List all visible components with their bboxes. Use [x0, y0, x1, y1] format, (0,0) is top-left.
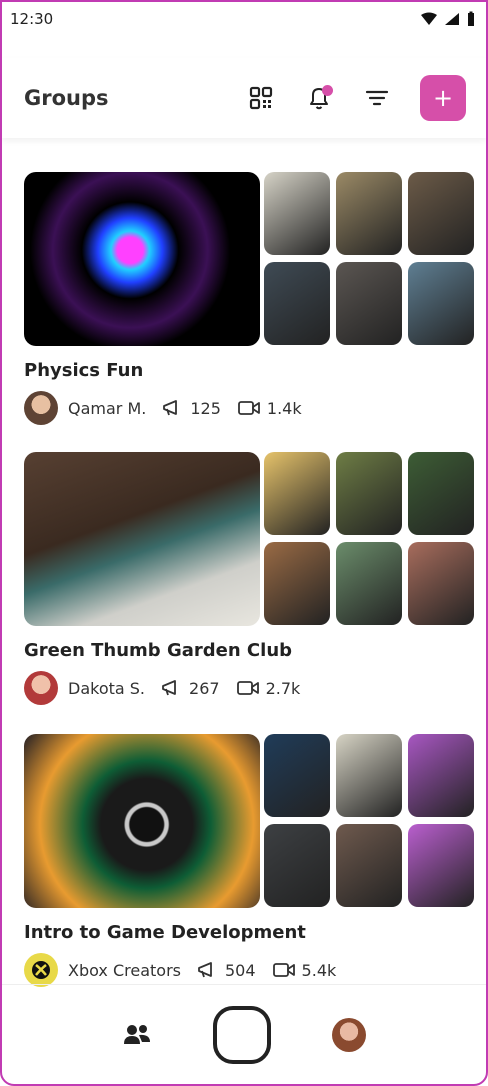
- group-thumbnail: [264, 262, 330, 345]
- group-cover-image: [24, 452, 260, 626]
- videos-count: 2.7k: [236, 679, 300, 698]
- qr-code-icon: [249, 86, 273, 110]
- group-thumbnail: [264, 452, 330, 535]
- group-card[interactable]: Physics Fun Qamar M. 125 1.4k: [24, 172, 474, 425]
- owner-name: Xbox Creators: [68, 960, 181, 980]
- group-thumbnail: [408, 262, 474, 345]
- megaphone-icon: [162, 680, 176, 696]
- group-thumbnail: [408, 452, 474, 535]
- group-cover-image: [24, 172, 260, 346]
- wifi-icon: [421, 12, 437, 25]
- group-thumbnail: [336, 734, 402, 817]
- filter-icon: [365, 90, 389, 106]
- group-card[interactable]: Intro to Game Development Xbox Creators …: [24, 734, 474, 987]
- video-camera-icon: [272, 963, 295, 977]
- group-name[interactable]: Intro to Game Development: [24, 922, 468, 943]
- video-camera-icon: [237, 401, 260, 415]
- owner-avatar: [24, 391, 58, 425]
- group-name[interactable]: Green Thumb Garden Club: [24, 640, 468, 661]
- posts-count: 267: [161, 679, 220, 698]
- owner-name: Dakota S.: [68, 678, 146, 698]
- posts-count: 504: [197, 961, 256, 980]
- status-time: 12:30: [10, 10, 54, 28]
- owner-name: Qamar M.: [68, 398, 147, 418]
- posts-count: 125: [162, 399, 221, 418]
- qr-code-button[interactable]: [238, 75, 284, 121]
- notification-dot: [322, 85, 333, 96]
- group-cover-image: [24, 734, 260, 908]
- groups-icon[interactable]: [122, 1022, 152, 1048]
- group-thumbnail: [336, 452, 402, 535]
- record-button[interactable]: [212, 1005, 271, 1064]
- group-thumbnail: [264, 172, 330, 255]
- videos-count: 5.4k: [272, 961, 336, 980]
- group-image-mosaic: [24, 452, 474, 626]
- page-title: Groups: [24, 86, 109, 110]
- owner-avatar: [24, 953, 58, 987]
- owner-avatar: [24, 671, 58, 705]
- group-thumbnail: [336, 172, 402, 255]
- group-thumbnail: [264, 734, 330, 817]
- add-group-button[interactable]: +: [420, 75, 466, 121]
- group-meta: Xbox Creators 504 5.4k: [24, 953, 468, 987]
- signal-icon: [445, 13, 459, 25]
- group-thumbnail: [336, 262, 402, 345]
- notifications-button[interactable]: [296, 75, 342, 121]
- bottom-navigation: [2, 984, 486, 1084]
- group-thumbnail: [408, 172, 474, 255]
- group-card[interactable]: Green Thumb Garden Club Dakota S. 267 2.…: [24, 452, 474, 705]
- group-thumbnail: [264, 542, 330, 625]
- group-thumbnail: [336, 542, 402, 625]
- megaphone-icon: [198, 962, 212, 978]
- status-icons: [420, 11, 476, 27]
- group-thumbnail: [408, 734, 474, 817]
- filter-button[interactable]: [354, 75, 400, 121]
- page-header: Groups +: [2, 58, 486, 138]
- profile-avatar[interactable]: [331, 1017, 366, 1052]
- group-image-mosaic: [24, 734, 474, 908]
- group-thumbnail: [336, 824, 402, 907]
- app-frame: 12:30 Groups + Physics Fun Qamar M. 125 …: [0, 0, 488, 1086]
- group-image-mosaic: [24, 172, 474, 346]
- status-bar: 12:30: [2, 2, 486, 36]
- group-meta: Qamar M. 125 1.4k: [24, 391, 468, 425]
- group-thumbnail: [264, 824, 330, 907]
- video-camera-icon: [236, 681, 259, 695]
- megaphone-icon: [163, 400, 178, 416]
- group-name[interactable]: Physics Fun: [24, 360, 468, 381]
- group-meta: Dakota S. 267 2.7k: [24, 671, 468, 705]
- battery-icon: [468, 11, 474, 26]
- xbox-logo-icon: [32, 961, 50, 979]
- group-thumbnail: [408, 824, 474, 907]
- group-thumbnail: [408, 542, 474, 625]
- videos-count: 1.4k: [237, 399, 302, 418]
